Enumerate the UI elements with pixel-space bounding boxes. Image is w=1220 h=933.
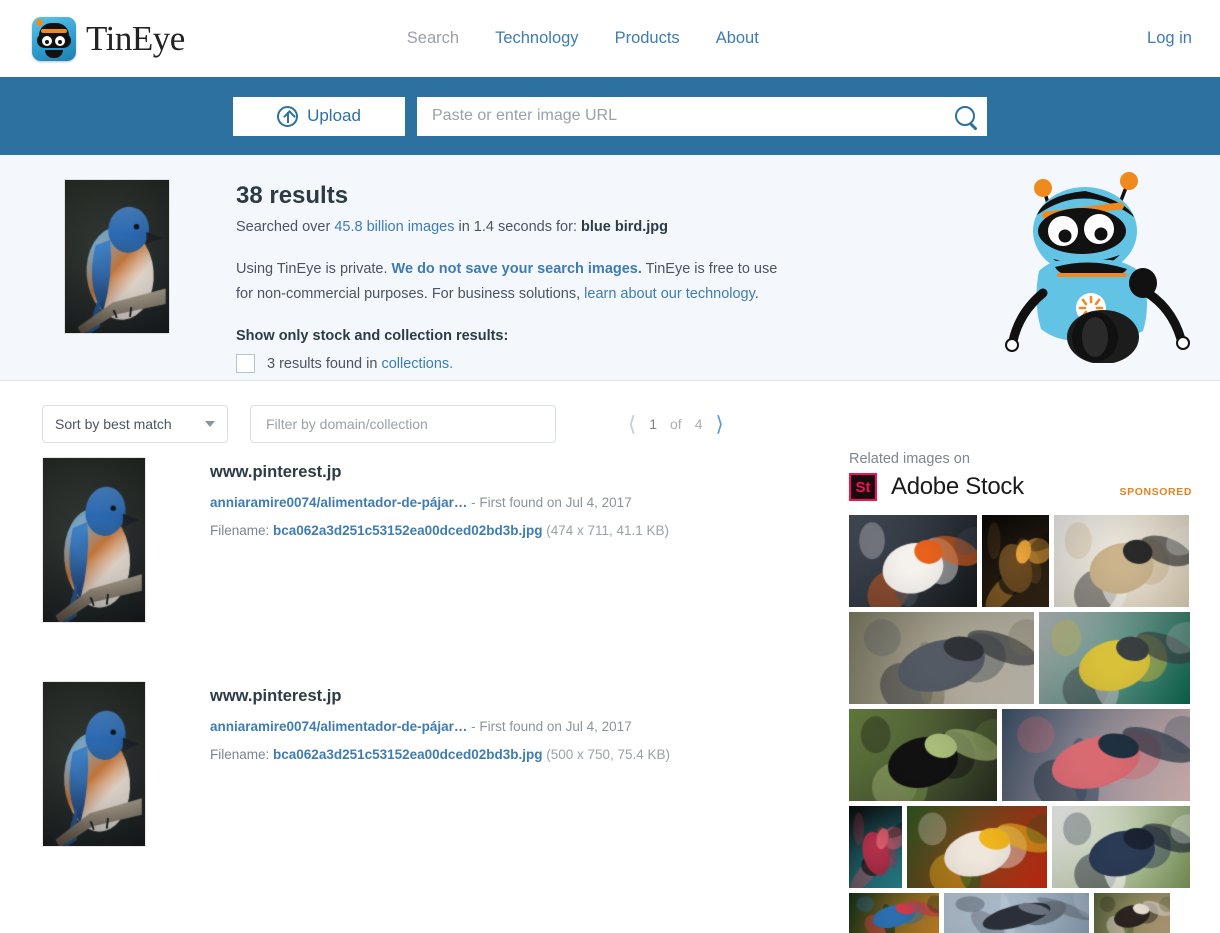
sponsored-tile-mallard-duck-head[interactable] [1039,612,1190,704]
privacy-text-1: Using TinEye is private. [236,261,392,277]
collections-count-text: 3 results found in collections. [267,356,453,372]
login-link[interactable]: Log in [1147,29,1192,48]
searched-middle: in 1.4 seconds for: [454,219,581,235]
learn-technology-link[interactable]: learn about our technology [584,286,755,302]
sort-dropdown[interactable]: Sort by best match [42,405,228,443]
no-save-images-link[interactable]: We do not save your search images. [392,261,642,277]
privacy-notice: Using TinEye is private. We do not save … [236,257,781,307]
related-images-label: Related images on [849,451,1220,467]
nav-item-about[interactable]: About [716,29,759,48]
sponsored-tile-flamingos-wading[interactable] [1002,709,1190,801]
sponsored-sidebar: Related images on St Adobe Stock SPONSOR… [845,443,1220,933]
result-first-found: - First found on Jul 4, 2017 [467,719,631,734]
nav-item-search[interactable]: Search [407,29,459,48]
sponsored-tile-small-bird-closeup[interactable] [1094,893,1170,933]
upload-circle-icon [277,106,298,127]
chevron-down-icon [205,421,215,427]
adobe-stock-name: Adobe Stock [891,473,1024,501]
page-current: 1 [649,416,657,432]
sponsored-image-grid [849,515,1190,933]
stock-filter-heading: Show only stock and collection results: [236,328,781,344]
search-bar: Upload [0,77,1220,155]
sponsored-grid-row [849,806,1190,888]
nav-item-technology[interactable]: Technology [495,29,578,48]
adobe-stock-header: St Adobe Stock SPONSORED [849,473,1220,501]
page-of-label: of [670,416,682,432]
search-icon[interactable] [955,106,975,126]
summary-text-block: 38 results Searched over 45.8 billion im… [236,179,781,380]
collections-checkbox-row: 3 results found in collections. [236,354,781,373]
index-size-link[interactable]: 45.8 billion images [334,219,454,235]
result-path-link[interactable]: anniaramire0074/alimentador-de-pájar… [210,719,467,734]
site-header: TinEye Search Technology Products About … [0,0,1220,77]
searched-over-line: Searched over 45.8 billion images in 1.4… [236,219,781,235]
results-count: 38 results [236,182,781,210]
tineye-robot-logo-icon [32,17,76,61]
sponsored-grid-row [849,515,1190,607]
result-thumbnail[interactable] [42,457,146,623]
results-toolbar: Sort by best match ⟨ 1 of 4 ⟩ [0,381,1220,443]
sponsored-tile-scarlet-macaw-parrot[interactable] [907,806,1046,888]
sponsored-tile-pair-of-gannets[interactable] [1054,515,1189,607]
result-domain: www.pinterest.jp [210,463,669,482]
brand-name: TinEye [86,19,185,59]
sponsored-grid-row [849,612,1190,704]
main-nav: Search Technology Products About [407,29,759,48]
result-filename-line: Filename: bca062a3d251c53152ea00dced02bd… [210,747,670,762]
tineye-logo[interactable]: TinEye [32,17,185,61]
result-thumbnail[interactable] [42,681,146,847]
result-info: www.pinterest.jp anniaramire0074/aliment… [210,681,670,847]
results-list: www.pinterest.jp anniaramire0074/aliment… [0,443,845,933]
sponsored-tile-flock-of-pigeons[interactable] [849,612,1034,704]
collections-link[interactable]: collections. [381,356,453,372]
chevron-left-icon[interactable]: ⟨ [628,414,636,435]
query-image-thumbnail[interactable] [64,179,170,334]
filename-label: Filename: [210,747,273,762]
filename-label: Filename: [210,523,273,538]
sponsored-tile-black-bird-in-foliage[interactable] [849,709,997,801]
sponsored-tile-birds-on-branch-white-sky[interactable] [1052,806,1190,888]
result-first-found: - First found on Jul 4, 2017 [467,495,631,510]
sponsored-tile-dark-owl-portrait[interactable] [982,515,1049,607]
result-path-link[interactable]: anniaramire0074/alimentador-de-pájar… [210,495,467,510]
sponsored-grid-row [849,893,1190,933]
result-row: www.pinterest.jp anniaramire0074/aliment… [42,457,845,623]
sort-dropdown-value: Sort by best match [55,416,172,432]
search-input[interactable] [430,106,949,126]
result-dimensions: (474 x 711, 41.1 KB) [542,523,669,538]
sponsored-tile-turkey-head-closeup[interactable] [849,806,902,888]
chevron-right-icon[interactable]: ⟩ [715,414,723,435]
sponsored-tile-bird-in-flight-sky[interactable] [944,893,1089,933]
result-path-line: anniaramire0074/alimentador-de-pájar… - … [210,495,669,510]
sponsored-tile-atlantic-puffin-with-fish[interactable] [849,515,977,607]
url-input-wrapper [417,97,987,136]
sponsored-tile-colorful-bird-detail[interactable] [849,893,939,933]
searched-prefix: Searched over [236,219,334,235]
collections-prefix: 3 results found in [267,356,381,372]
stock-results-checkbox[interactable] [236,354,255,373]
adobe-stock-badge-icon: St [849,473,877,501]
page-body: www.pinterest.jp anniaramire0074/aliment… [0,443,1220,933]
upload-button-label: Upload [307,106,361,126]
result-dimensions: (500 x 750, 75.4 KB) [542,747,670,762]
pagination: ⟨ 1 of 4 ⟩ [628,414,724,435]
privacy-text-3: . [755,286,759,302]
upload-button[interactable]: Upload [233,97,405,136]
query-filename: blue bird.jpg [581,219,668,235]
filter-input-wrapper [250,405,556,443]
sponsored-label: SPONSORED [1120,486,1193,501]
result-domain: www.pinterest.jp [210,687,670,706]
results-summary-band: 38 results Searched over 45.8 billion im… [0,155,1220,381]
sponsored-grid-row [849,709,1190,801]
result-path-line: anniaramire0074/alimentador-de-pájar… - … [210,719,670,734]
result-row: www.pinterest.jp anniaramire0074/aliment… [42,681,845,847]
result-info: www.pinterest.jp anniaramire0074/aliment… [210,457,669,623]
filter-input[interactable] [264,415,542,433]
result-filename[interactable]: bca062a3d251c53152ea00dced02bd3b.jpg [273,747,542,762]
result-filename-line: Filename: bca062a3d251c53152ea00dced02bd… [210,523,669,538]
result-filename[interactable]: bca062a3d251c53152ea00dced02bd3b.jpg [273,523,542,538]
page-total: 4 [695,416,703,432]
tineye-robot-mascot [995,163,1210,363]
nav-item-products[interactable]: Products [615,29,680,48]
